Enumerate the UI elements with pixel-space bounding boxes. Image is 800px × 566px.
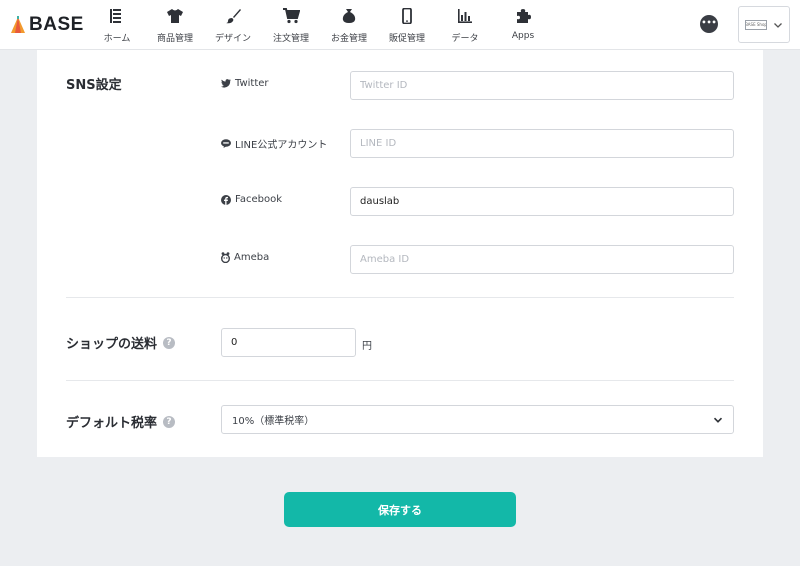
ameba-label-text: Ameba [234,252,270,263]
nav-label: 商品管理 [156,34,193,44]
chevron-down-icon [713,417,723,423]
line-icon [221,139,231,148]
currency-unit: 円 [362,341,372,352]
sns-settings-title: SNS設定 [66,78,122,93]
nav-item-money[interactable]: お金管理 [320,0,378,50]
bar-chart-icon [458,9,472,23]
help-icon[interactable]: ? [163,336,176,349]
section-divider [66,380,734,381]
shop-switcher-button[interactable]: BASE Shop [738,6,790,43]
nav-label: Apps [511,31,535,41]
section-divider [66,297,734,298]
chat-button[interactable]: ••• [700,15,718,33]
default-tax-rate-title: デフォルト税率 ? [66,412,176,431]
tax-rate-select[interactable]: 10%（標準税率） [221,405,734,434]
chevron-down-icon [774,22,782,28]
chat-bubble-icon: ••• [701,17,717,27]
logo-text: BASE [29,14,84,35]
ameba-label: Ameba [221,252,269,263]
facebook-icon [221,194,231,205]
facebook-id-input[interactable] [350,187,734,216]
ameba-icon [221,252,230,263]
twitter-label-text: Twitter [235,78,269,89]
nav-label: お金管理 [330,34,367,44]
shipping-fee-title-text: ショップの送料 [66,337,158,352]
nav-label: デザイン [214,34,251,44]
save-button[interactable]: 保存する [284,492,516,527]
shop-logo-thumbnail: BASE Shop [745,19,767,30]
facebook-label-text: Facebook [235,194,282,205]
nav-item-orders[interactable]: 注文管理 [262,0,320,50]
shipping-fee-title: ショップの送料 ? [66,333,176,352]
main-nav: ホーム 商品管理 デザイン 注文管理 お金管理 販促管理 データ Apps [88,0,552,50]
tax-rate-selected-value: 10%（標準税率） [232,416,315,427]
help-icon[interactable]: ? [163,415,176,428]
nav-label: 注文管理 [272,34,309,44]
settings-card: SNS設定 Twitter LINE公式アカウント Facebook [37,50,763,457]
default-tax-rate-title-text: デフォルト税率 [66,416,158,431]
twitter-label: Twitter [221,78,269,89]
home-list-icon [110,9,121,23]
base-logo-mark-icon [11,16,25,33]
nav-label: ホーム [103,34,131,44]
top-navigation-bar: BASE ホーム 商品管理 デザイン 注文管理 お金管理 販促管理 データ Ap… [0,0,800,50]
line-label: LINE公式アカウント [221,136,327,151]
nav-item-design[interactable]: デザイン [204,0,262,50]
nav-label: データ [451,34,479,44]
nav-item-products[interactable]: 商品管理 [146,0,204,50]
smartphone-icon [402,8,412,24]
puzzle-icon [517,9,531,23]
nav-item-promotion[interactable]: 販促管理 [378,0,436,50]
twitter-id-input[interactable] [350,71,734,100]
shipping-fee-input[interactable] [221,328,356,357]
nav-item-data[interactable]: データ [436,0,494,50]
ameba-id-input[interactable] [350,245,734,274]
nav-item-apps[interactable]: Apps [494,0,552,50]
twitter-icon [221,79,231,88]
base-logo[interactable]: BASE [10,12,84,38]
money-bag-icon [342,9,356,23]
brush-icon [226,9,241,24]
facebook-label: Facebook [221,194,282,205]
tshirt-icon [167,9,183,23]
nav-item-home[interactable]: ホーム [88,0,146,50]
line-label-text: LINE公式アカウント [235,140,328,151]
cart-icon [283,8,300,24]
line-id-input[interactable] [350,129,734,158]
nav-label: 販促管理 [388,34,425,44]
